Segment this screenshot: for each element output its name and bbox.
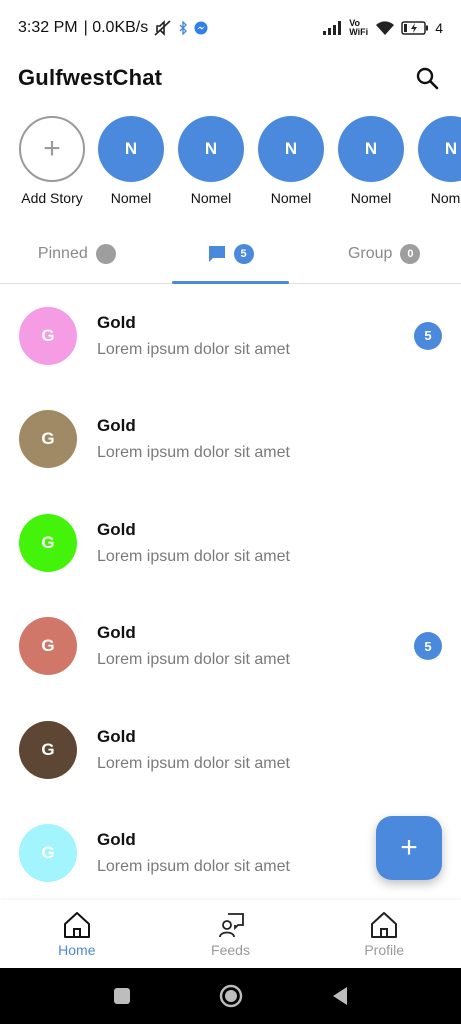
home-icon — [63, 911, 90, 938]
story-avatar: N — [338, 116, 404, 182]
tab-pinned[interactable]: Pinned — [0, 224, 154, 283]
chat-text: Gold Lorem ipsum dolor sit amet — [97, 520, 290, 566]
battery-icon — [401, 21, 429, 35]
tab-group[interactable]: Group 0 — [307, 224, 461, 283]
feeds-icon — [218, 912, 244, 937]
recents-button[interactable] — [113, 987, 131, 1005]
nav-profile-label: Profile — [364, 941, 405, 958]
app-title: GulfwestChat — [18, 65, 163, 90]
story-label: Nomel — [190, 190, 232, 206]
avatar: G — [19, 824, 77, 883]
bottom-nav: Home Feeds Profile — [0, 900, 461, 968]
status-network-speed: | 0.0KB/s — [83, 19, 149, 36]
status-left: 3:32 PM | 0.0KB/s — [18, 19, 208, 37]
app-header: GulfwestChat — [0, 56, 461, 100]
story-label: Nomel — [270, 190, 312, 206]
story-item[interactable]: N Nomel — [171, 116, 251, 206]
tab-group-badge: 0 — [400, 243, 421, 264]
story-label: Nomel — [110, 190, 152, 206]
wifi-icon — [375, 20, 395, 36]
nav-profile[interactable]: Profile — [307, 900, 461, 968]
chat-name: Gold — [97, 519, 136, 539]
messenger-icon — [194, 21, 208, 35]
chat-message-preview: Lorem ipsum dolor sit amet — [97, 754, 290, 772]
profile-home-icon — [371, 911, 398, 938]
chat-text: Gold Lorem ipsum dolor sit amet — [97, 416, 290, 462]
chat-message-preview: Lorem ipsum dolor sit amet — [97, 858, 290, 876]
bluetooth-icon — [178, 21, 188, 35]
home-system-button[interactable] — [219, 984, 243, 1008]
story-avatar: N — [98, 116, 164, 182]
avatar: G — [19, 513, 77, 572]
tab-pinned-label: Pinned — [37, 244, 88, 262]
chat-row[interactable]: G Gold Lorem ipsum dolor sit amet — [0, 698, 461, 802]
back-button[interactable] — [331, 986, 349, 1006]
stories-row: + Add Story N Nomel N Nomel N Nomel N No… — [0, 116, 461, 216]
story-avatar: N — [418, 116, 461, 182]
chat-name: Gold — [97, 416, 136, 436]
chat-row[interactable]: G Gold Lorem ipsum dolor sit amet — [0, 388, 461, 492]
chat-icon — [208, 245, 225, 262]
chat-name: Gold — [97, 830, 136, 850]
chat-tabs: Pinned 5 Group 0 — [0, 224, 461, 284]
story-item[interactable]: N Nomel — [91, 116, 171, 206]
chat-message-preview: Lorem ipsum dolor sit amet — [97, 651, 290, 669]
avatar: G — [19, 720, 77, 779]
chat-text: Gold Lorem ipsum dolor sit amet — [97, 830, 290, 876]
search-icon — [416, 67, 439, 90]
status-bar: 3:32 PM | 0.0KB/s Vo WiFi 4 — [0, 0, 461, 56]
signal-icon — [323, 21, 343, 35]
avatar: G — [19, 306, 77, 365]
new-chat-fab-button[interactable]: + — [376, 816, 442, 880]
chat-text: Gold Lorem ipsum dolor sit amet — [97, 727, 290, 773]
chat-message-preview: Lorem ipsum dolor sit amet — [97, 340, 290, 358]
back-triangle-icon — [332, 987, 347, 1005]
chat-list: G Gold Lorem ipsum dolor sit amet 5 G Go… — [0, 284, 461, 905]
tab-pinned-badge — [95, 243, 116, 264]
unread-badge: 5 — [414, 632, 442, 661]
search-button[interactable] — [411, 62, 443, 94]
chat-text: Gold Lorem ipsum dolor sit amet — [97, 313, 290, 359]
chat-text: Gold Lorem ipsum dolor sit amet — [97, 623, 290, 669]
tab-chats-badge: 5 — [233, 243, 254, 264]
vo-wifi-label: Vo WiFi — [349, 18, 369, 37]
nav-home[interactable]: Home — [0, 900, 154, 968]
nav-feeds[interactable]: Feeds — [154, 900, 308, 968]
story-avatar: N — [258, 116, 324, 182]
battery-level: 4 — [435, 20, 443, 36]
story-add[interactable]: + Add Story — [12, 116, 92, 206]
chat-name: Gold — [97, 726, 136, 746]
chat-name: Gold — [97, 623, 136, 643]
avatar: G — [19, 617, 77, 676]
unread-badge: 5 — [414, 321, 442, 350]
story-item[interactable]: N Nomel — [331, 116, 411, 206]
avatar: G — [19, 410, 77, 469]
system-nav-bar — [0, 968, 461, 1024]
story-avatar: N — [178, 116, 244, 182]
status-right: Vo WiFi 4 — [323, 19, 443, 37]
add-story-plus-icon: + — [19, 116, 85, 182]
chat-row[interactable]: G Gold Lorem ipsum dolor sit amet 5 — [0, 595, 461, 699]
recents-square-icon — [113, 988, 130, 1004]
chat-row[interactable]: G Gold Lorem ipsum dolor sit amet 5 — [0, 284, 461, 388]
nav-feeds-label: Feeds — [211, 941, 250, 958]
story-item[interactable]: N Nomel — [251, 116, 331, 206]
status-time: 3:32 PM — [18, 19, 78, 36]
story-label: Add Story — [21, 190, 83, 206]
nav-home-label: Home — [58, 941, 96, 958]
story-label: Nomel — [430, 190, 461, 206]
tab-chats[interactable]: 5 — [154, 224, 308, 284]
chat-message-preview: Lorem ipsum dolor sit amet — [97, 444, 290, 462]
home-circle-icon — [219, 984, 242, 1008]
chat-message-preview: Lorem ipsum dolor sit amet — [97, 547, 290, 565]
chat-row[interactable]: G Gold Lorem ipsum dolor sit amet — [0, 491, 461, 595]
tab-group-label: Group — [347, 244, 393, 262]
story-item[interactable]: N Nomel — [411, 116, 461, 206]
story-label: Nomel — [350, 190, 392, 206]
chat-name: Gold — [97, 312, 136, 332]
silent-icon — [154, 20, 172, 36]
